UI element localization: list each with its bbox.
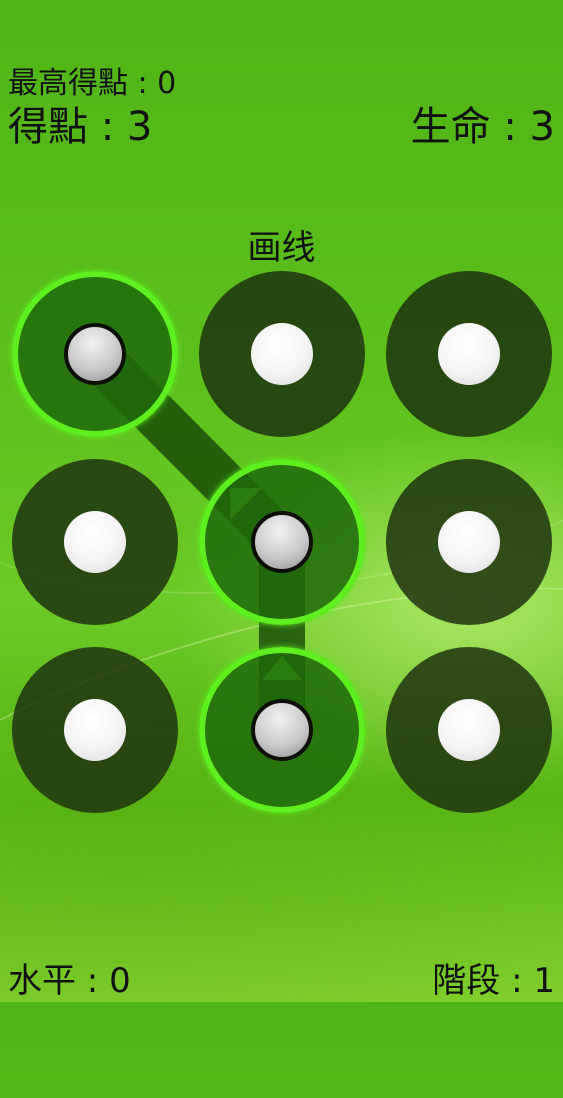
pattern-node-9[interactable] bbox=[386, 647, 552, 813]
node-dot bbox=[251, 511, 313, 573]
pattern-node-2[interactable] bbox=[199, 271, 365, 437]
pattern-node-3[interactable] bbox=[386, 271, 552, 437]
pattern-node-8[interactable] bbox=[199, 647, 365, 813]
node-dot bbox=[438, 511, 500, 573]
node-dot bbox=[64, 511, 126, 573]
level-label: 水平 : 0 bbox=[8, 961, 131, 1001]
pattern-node-7[interactable] bbox=[12, 647, 178, 813]
pattern-node-5[interactable] bbox=[199, 459, 365, 625]
stage-label: 階段 : 1 bbox=[432, 961, 555, 1001]
pattern-node-1[interactable] bbox=[12, 271, 178, 437]
node-dot bbox=[64, 323, 126, 385]
node-dot bbox=[438, 699, 500, 761]
node-dot bbox=[251, 323, 313, 385]
node-dot bbox=[251, 699, 313, 761]
node-dot bbox=[438, 323, 500, 385]
pattern-node-4[interactable] bbox=[12, 459, 178, 625]
pattern-grid[interactable] bbox=[0, 0, 563, 1002]
pattern-node-6[interactable] bbox=[386, 459, 552, 625]
node-dot bbox=[64, 699, 126, 761]
